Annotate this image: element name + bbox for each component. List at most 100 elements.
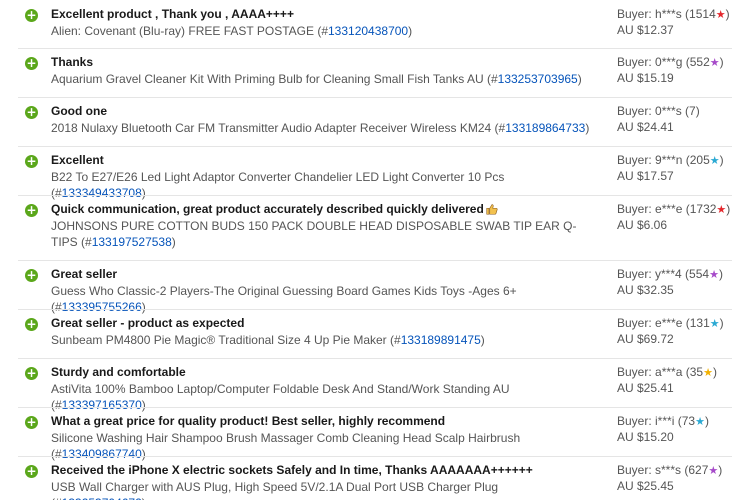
feedback-row: + Quick communication, great product accu… bbox=[0, 195, 750, 260]
feedback-star-icon: ★ bbox=[709, 268, 719, 281]
item-number-link[interactable]: 133197527538 bbox=[92, 235, 172, 249]
row-divider bbox=[18, 407, 732, 408]
buyer-info: Buyer: s***s (627★) bbox=[617, 463, 723, 477]
feedback-star-icon: ★ bbox=[709, 56, 720, 69]
feedback-score: 73 bbox=[681, 414, 696, 428]
feedback-comment: Good one bbox=[51, 104, 596, 119]
item-price: AU $17.57 bbox=[617, 169, 674, 183]
feedback-list: + Excellent product , Thank you , AAAA+++… bbox=[0, 0, 750, 500]
feedback-comment: What a great price for quality product! … bbox=[51, 414, 596, 429]
feedback-row: + Good one 2018 Nulaxy Bluetooth Car FM Tr… bbox=[0, 97, 750, 146]
feedback-score: 554 bbox=[689, 267, 710, 281]
buyer-name: e***e bbox=[655, 316, 683, 330]
item-title: Silicone Washing Hair Shampoo Brush Mass… bbox=[51, 431, 521, 445]
item-price: AU $69.72 bbox=[617, 332, 674, 346]
plus-circle-icon: + bbox=[25, 105, 38, 119]
feedback-comment-text: Quick communication, great product accur… bbox=[51, 202, 484, 216]
plus-circle-icon: + bbox=[25, 8, 38, 22]
feedback-star-icon: ★ bbox=[695, 415, 705, 428]
buyer-info: Buyer: e***e (131★) bbox=[617, 316, 724, 330]
plus-circle-icon: + bbox=[25, 268, 38, 282]
plus-circle-icon: + bbox=[25, 154, 38, 168]
feedback-comment: Excellent product , Thank you , AAAA++++ bbox=[51, 7, 596, 22]
row-divider bbox=[18, 97, 732, 98]
feedback-star-icon: ★ bbox=[709, 154, 720, 167]
feedback-score: 7 bbox=[689, 104, 696, 118]
plus-circle-icon: + bbox=[25, 366, 38, 380]
feedback-comment-text: Good one bbox=[51, 104, 107, 118]
feedback-score: 35 bbox=[689, 365, 704, 379]
feedback-row: + Great seller Guess Who Classic-2 Players… bbox=[0, 260, 750, 314]
feedback-comment-text: Great seller - product as expected bbox=[51, 316, 245, 330]
feedback-score: 627 bbox=[688, 463, 709, 477]
feedback-score: 1514 bbox=[689, 7, 716, 21]
item-title: 2018 Nulaxy Bluetooth Car FM Transmitter… bbox=[51, 121, 492, 135]
buyer-info: Buyer: 9***n (205★) bbox=[617, 153, 724, 167]
item-title: Sunbeam PM4800 Pie Magic® Traditional Si… bbox=[51, 333, 387, 347]
buyer-name: a***a bbox=[655, 365, 683, 379]
item-price: AU $6.06 bbox=[617, 218, 668, 232]
item-title: USB Wall Charger with AUS Plug, High Spe… bbox=[51, 480, 499, 494]
item-price: AU $25.45 bbox=[617, 479, 674, 493]
buyer-info: Buyer: y***4 (554★) bbox=[617, 267, 723, 281]
buyer-name: 0***s bbox=[655, 104, 682, 118]
feedback-star-icon: ★ bbox=[716, 203, 727, 216]
feedback-comment: Great seller - product as expected bbox=[51, 316, 596, 331]
feedback-row: + Thanks Aquarium Gravel Cleaner Kit With … bbox=[0, 48, 750, 97]
item-description: 2018 Nulaxy Bluetooth Car FM Transmitter… bbox=[51, 121, 590, 135]
row-divider bbox=[18, 260, 732, 261]
item-number-link[interactable]: 133120438700 bbox=[328, 24, 408, 38]
plus-circle-icon: + bbox=[25, 56, 38, 70]
row-divider bbox=[18, 358, 732, 359]
item-description: Sunbeam PM4800 Pie Magic® Traditional Si… bbox=[51, 333, 485, 347]
row-divider bbox=[18, 456, 732, 457]
item-price: AU $24.41 bbox=[617, 120, 674, 134]
buyer-name: 0***g bbox=[655, 55, 683, 69]
feedback-comment: Thanks bbox=[51, 55, 596, 70]
feedback-star-icon: ★ bbox=[715, 8, 726, 21]
buyer-info: Buyer: 0***s (7) bbox=[617, 104, 700, 118]
feedback-comment-text: Excellent product , Thank you , AAAA++++ bbox=[51, 7, 294, 21]
item-price: AU $12.37 bbox=[617, 23, 674, 37]
feedback-score: 205 bbox=[689, 153, 710, 167]
feedback-score: 1732 bbox=[689, 202, 717, 216]
feedback-comment-text: What a great price for quality product! … bbox=[51, 414, 446, 428]
row-divider bbox=[18, 309, 732, 310]
item-description: Aquarium Gravel Cleaner Kit With Priming… bbox=[51, 72, 582, 86]
feedback-comment: Quick communication, great product accur… bbox=[51, 202, 596, 217]
buyer-name: i***i bbox=[655, 414, 675, 428]
feedback-row: + What a great price for quality product!… bbox=[0, 407, 750, 461]
feedback-star-icon: ★ bbox=[709, 317, 720, 330]
plus-circle-icon: + bbox=[25, 415, 38, 429]
feedback-comment-text: Great seller bbox=[51, 267, 118, 281]
item-title: AstiVita 100% Bamboo Laptop/Computer Fol… bbox=[51, 382, 510, 396]
buyer-name: y***4 bbox=[655, 267, 682, 281]
item-number-link[interactable]: 133253704672 bbox=[62, 496, 142, 500]
row-divider bbox=[18, 195, 732, 196]
thumbs-up-icon bbox=[486, 204, 498, 215]
item-number-link[interactable]: 133253703965 bbox=[498, 72, 578, 86]
feedback-row: + Excellent B22 To E27/E26 Led Light Adapt… bbox=[0, 146, 750, 200]
item-number-link[interactable]: 133189864733 bbox=[505, 121, 585, 135]
plus-circle-icon: + bbox=[25, 203, 38, 217]
item-price: AU $32.35 bbox=[617, 283, 674, 297]
buyer-name: s***s bbox=[655, 463, 682, 477]
feedback-score: 552 bbox=[689, 55, 710, 69]
feedback-comment-text: Excellent bbox=[51, 153, 104, 167]
item-price: AU $15.20 bbox=[617, 430, 674, 444]
item-title: Aquarium Gravel Cleaner Kit With Priming… bbox=[51, 72, 484, 86]
buyer-info: Buyer: i***i (73★) bbox=[617, 414, 709, 428]
feedback-comment-text: Thanks bbox=[51, 55, 94, 69]
row-divider bbox=[18, 146, 732, 147]
feedback-comment-text: Sturdy and comfortable bbox=[51, 365, 186, 379]
item-number-link[interactable]: 133189891475 bbox=[401, 333, 481, 347]
row-divider bbox=[18, 48, 732, 49]
buyer-name: e***e bbox=[655, 202, 683, 216]
buyer-info: Buyer: e***e (1732★) bbox=[617, 202, 731, 216]
item-title: Guess Who Classic-2 Players-The Original… bbox=[51, 284, 517, 298]
item-price: AU $15.19 bbox=[617, 71, 674, 85]
item-description: USB Wall Charger with AUS Plug, High Spe… bbox=[51, 479, 596, 500]
item-title: B22 To E27/E26 Led Light Adaptor Convert… bbox=[51, 170, 505, 184]
feedback-star-icon: ★ bbox=[708, 464, 719, 477]
feedback-star-icon: ★ bbox=[703, 366, 713, 379]
